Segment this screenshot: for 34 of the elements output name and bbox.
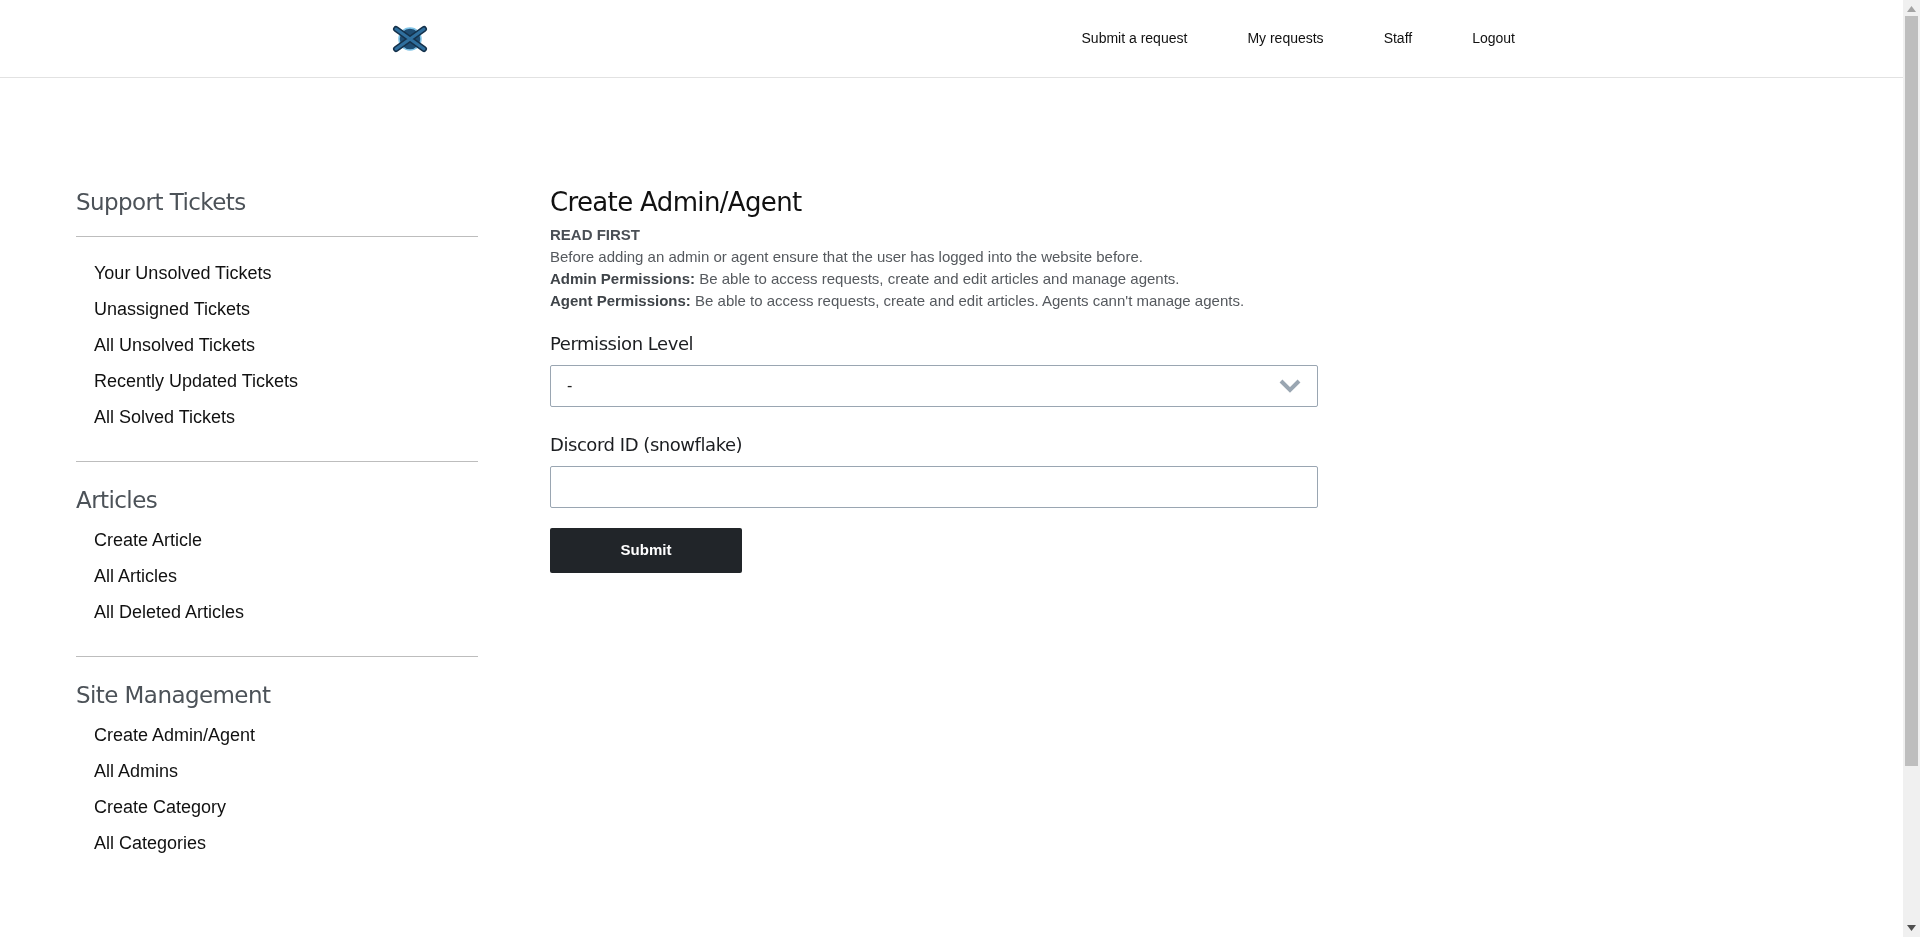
nav-link[interactable]: My requests bbox=[1247, 28, 1324, 49]
notice-text: Before adding an admin or agent ensure that the user has logged into the website before. bbox=[550, 247, 1144, 267]
sidebar-link[interactable]: All Deleted Articles bbox=[94, 594, 478, 630]
scroll-thumb[interactable] bbox=[1905, 16, 1918, 766]
notice-text: Admin Permissions: Be able to access requests, create and edit articles and manage agents. bbox=[550, 269, 1181, 289]
sidebar-link[interactable]: Unassigned Tickets bbox=[94, 291, 478, 327]
nav-link[interactable]: Logout bbox=[1472, 28, 1515, 49]
sidebar-link[interactable]: Your Unsolved Tickets bbox=[94, 255, 478, 291]
notice-heading: READ FIRST bbox=[550, 225, 641, 245]
field-label: Discord ID (snowflake) bbox=[550, 433, 744, 457]
sidebar-link[interactable]: Create Category bbox=[94, 789, 478, 825]
page-title: Create Admin/Agent bbox=[550, 186, 803, 218]
section-heading: Articles bbox=[76, 486, 159, 515]
chevron-down-icon bbox=[1279, 379, 1301, 393]
notice-text: Agent Permissions: Be able to access requests, create and edit articles. Agents cann't manage agents. bbox=[550, 291, 1246, 311]
permission-select[interactable]: - bbox=[550, 365, 1318, 407]
section-heading: Site Management bbox=[76, 681, 272, 710]
sidebar-link[interactable]: All Admins bbox=[94, 753, 478, 789]
section-heading: Support Tickets bbox=[76, 188, 247, 217]
scroll-up-icon[interactable] bbox=[1907, 6, 1916, 12]
sidebar-link[interactable]: All Categories bbox=[94, 825, 478, 861]
discord-id-field[interactable] bbox=[550, 466, 1318, 508]
scroll-down-icon[interactable] bbox=[1907, 925, 1916, 931]
nav-link[interactable]: Staff bbox=[1383, 28, 1413, 49]
field-label: Permission Level bbox=[550, 332, 695, 356]
scrollbar[interactable] bbox=[1903, 0, 1920, 937]
sidebar-link[interactable]: All Solved Tickets bbox=[94, 399, 478, 435]
sidebar-link[interactable]: All Articles bbox=[94, 558, 478, 594]
sidebar-link[interactable]: Create Admin/Agent bbox=[94, 717, 478, 753]
nav-link[interactable]: Submit a request bbox=[1081, 28, 1188, 49]
sidebar-link[interactable]: All Unsolved Tickets bbox=[94, 327, 478, 363]
sidebar-link[interactable]: Create Article bbox=[94, 522, 478, 558]
submit-button[interactable]: Submit bbox=[550, 528, 742, 573]
sidebar-link[interactable]: Recently Updated Tickets bbox=[94, 363, 478, 399]
